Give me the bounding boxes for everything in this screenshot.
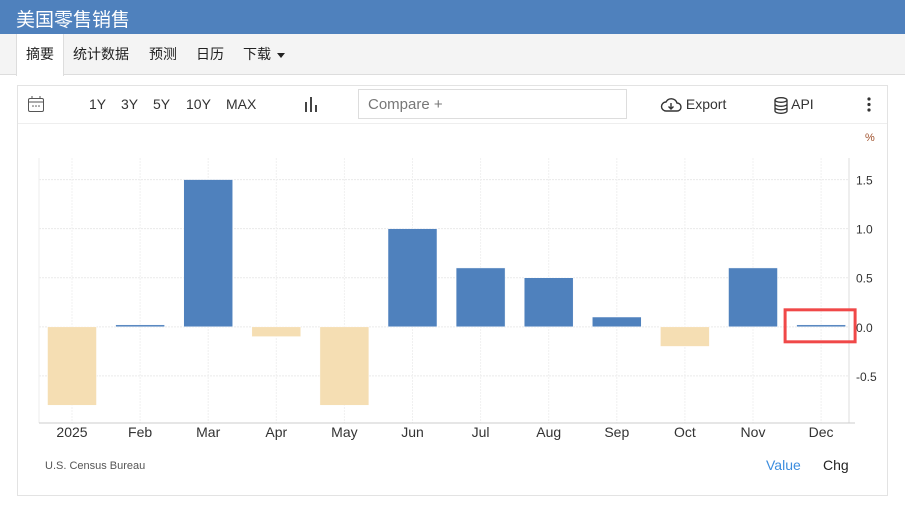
x-tick-label: Oct <box>674 424 696 440</box>
tab-statistics[interactable]: 统计数据 <box>73 34 129 75</box>
bar-apr[interactable] <box>251 326 302 337</box>
tab-download-label: 下载 <box>243 46 271 62</box>
bar-2025[interactable] <box>47 326 97 406</box>
y-tick-label: 1.0 <box>856 223 873 237</box>
bar-chart: 1.5 1.0 0.5 0.0 -0.5 2025 Feb Mar Apr May Jun Jul Au… <box>38 158 877 440</box>
bar-feb[interactable] <box>115 324 165 328</box>
bar-may[interactable] <box>319 326 370 406</box>
bar-mar[interactable] <box>183 179 233 328</box>
tab-forecast[interactable]: 预测 <box>149 34 177 75</box>
x-tick-label: 2025 <box>56 424 87 440</box>
bar-jun[interactable] <box>387 228 438 328</box>
nav-tabs: 摘要 统计数据 预测 日历 下载 <box>0 34 905 76</box>
tab-calendar[interactable]: 日历 <box>196 34 224 75</box>
x-tick-label: Jun <box>401 424 424 440</box>
bar-jul[interactable] <box>455 267 506 328</box>
x-tick-label: Dec <box>809 424 834 440</box>
x-tick-label: May <box>331 424 357 440</box>
chart-panel: 1Y 3Y 5Y 10Y MAX Compare + Export API % … <box>17 85 888 496</box>
y-tick-label: 0.5 <box>856 272 873 286</box>
value-toggle[interactable]: Value <box>766 457 801 473</box>
x-tick-label: Mar <box>196 424 220 440</box>
bar-oct[interactable] <box>660 326 710 347</box>
source-label: U.S. Census Bureau <box>45 460 146 472</box>
x-tick-label: Aug <box>536 424 561 440</box>
y-tick-label: 0.0 <box>856 321 873 335</box>
bar-nov[interactable] <box>728 267 778 328</box>
bar-aug[interactable] <box>523 277 574 328</box>
y-tick-label: 1.5 <box>856 174 873 188</box>
x-tick-label: Apr <box>265 424 287 440</box>
x-tick-label: Nov <box>741 424 766 440</box>
chg-toggle[interactable]: Chg <box>823 457 849 473</box>
x-tick-label: Jul <box>472 424 490 440</box>
tab-summary[interactable]: 摘要 <box>16 34 64 76</box>
caret-down-icon <box>277 52 285 58</box>
page-title: 美国零售销售 <box>0 0 905 34</box>
x-tick-label: Sep <box>604 424 629 440</box>
y-tick-label: -0.5 <box>856 370 877 384</box>
tab-download[interactable]: 下载 <box>243 34 285 75</box>
x-tick-label: Feb <box>128 424 152 440</box>
bar-sep[interactable] <box>592 316 642 328</box>
bar-dec[interactable] <box>796 324 846 328</box>
